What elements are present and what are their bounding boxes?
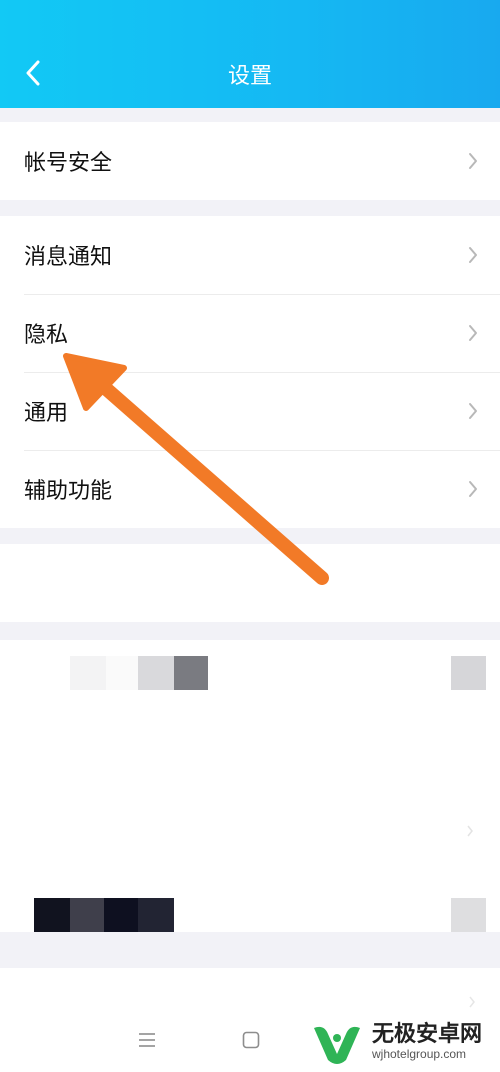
settings-group-blurred-3 [0, 968, 500, 1008]
settings-item-label: 隐私 [24, 323, 69, 348]
chevron-right-icon [467, 825, 473, 837]
pixelated-block [106, 656, 138, 690]
settings-item-notifications[interactable]: 消息通知 [0, 216, 500, 294]
settings-item-label: 消息通知 [24, 245, 113, 270]
chevron-right-icon [469, 153, 477, 169]
settings-item-privacy[interactable]: 隐私 [0, 294, 500, 372]
settings-item-label: 通用 [24, 401, 69, 426]
chevron-right-icon [469, 481, 477, 497]
settings-group-general: 消息通知 隐私 通用 辅助功能 [0, 216, 500, 528]
watermark-text: 无极安卓网 wjhotelgroup.com [372, 1022, 483, 1061]
pixelated-block [104, 898, 138, 932]
settings-item-label: 帐号安全 [24, 151, 113, 176]
pixelated-block [451, 656, 486, 690]
page-title: 设置 [227, 64, 272, 89]
pixelated-block [70, 656, 106, 690]
watermark-url: wjhotelgroup.com [372, 1046, 467, 1061]
settings-group-blurred-2 [0, 640, 500, 932]
watermark: 无极安卓网 wjhotelgroup.com [310, 1012, 500, 1072]
settings-group-blurred-1 [0, 544, 500, 622]
pixelated-block [451, 898, 486, 932]
watermark-logo-icon [314, 1026, 360, 1064]
pixelated-block [138, 898, 174, 932]
chevron-right-icon [469, 247, 477, 263]
chevron-right-icon [469, 996, 475, 1008]
settings-item-account-security[interactable]: 帐号安全 [0, 122, 500, 200]
pixelated-block [70, 898, 104, 932]
chevron-right-icon [469, 325, 477, 341]
home-square-icon[interactable] [242, 1031, 260, 1049]
settings-item-general[interactable]: 通用 [0, 372, 500, 450]
chevron-right-icon [469, 403, 477, 419]
menu-icon[interactable] [138, 1032, 156, 1048]
settings-item-accessibility[interactable]: 辅助功能 [0, 450, 500, 528]
pixelated-block [138, 656, 174, 690]
pixelated-block [174, 656, 208, 690]
settings-item-label: 辅助功能 [24, 479, 113, 504]
settings-group-account: 帐号安全 [0, 122, 500, 200]
app-header: 设置 [0, 0, 500, 108]
watermark-name: 无极安卓网 [372, 1022, 483, 1048]
pixelated-block [34, 898, 70, 932]
